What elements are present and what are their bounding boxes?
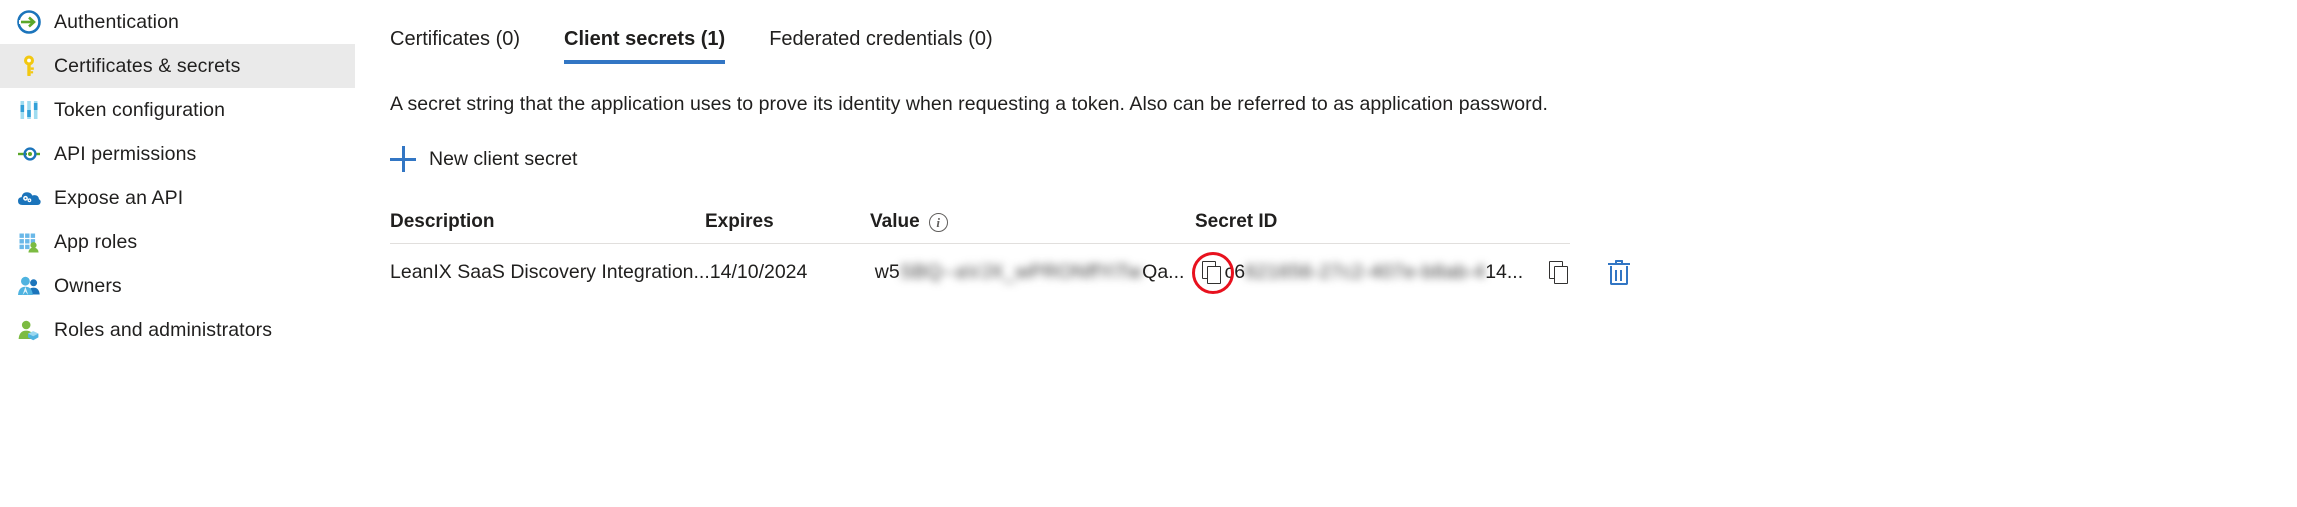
table-row: LeanIX SaaS Discovery Integration... 14/…	[390, 243, 1631, 301]
api-permissions-icon	[14, 139, 44, 169]
roles-administrators-icon	[14, 315, 44, 345]
tab-federated-credentials[interactable]: Federated credentials (0)	[769, 28, 992, 64]
plus-icon	[390, 146, 416, 172]
secret-value-masked: SBQ--aVJX_wPRONffYiTw	[899, 261, 1143, 283]
tab-client-secrets[interactable]: Client secrets (1)	[564, 28, 726, 64]
sidebar-item-token-configuration[interactable]: Token configuration	[0, 88, 355, 132]
secret-value-suffix: Qa...	[1142, 261, 1185, 283]
cell-secret-id: c6 621656-27c2-407e-b8ab-4 14...	[1224, 261, 1523, 284]
new-client-secret-label: New client secret	[429, 147, 578, 170]
page-description: A secret string that the application use…	[390, 93, 1549, 115]
token-configuration-icon	[14, 95, 44, 125]
column-header-value-group: Value i	[870, 211, 1195, 233]
sidebar-item-label: Certificates & secrets	[54, 54, 241, 77]
column-header-secret-id: Secret ID	[1195, 211, 1278, 232]
sidebar-item-app-roles[interactable]: App roles	[0, 220, 355, 264]
column-header-value: Value	[870, 211, 920, 232]
sidebar-item-certificates-and-secrets[interactable]: Certificates & secrets	[0, 44, 355, 88]
sidebar-item-expose-an-api[interactable]: Expose an API	[0, 176, 355, 220]
table-header-row: Description Expires Value i Secret ID	[390, 201, 1570, 243]
tab-certificates[interactable]: Certificates (0)	[390, 28, 520, 64]
cell-value: w5 SBQ--aVJX_wPRONffYiTw Qa...	[874, 260, 1225, 285]
authentication-icon	[14, 7, 44, 37]
app-roles-icon	[14, 227, 44, 257]
sidebar-item-label: Expose an API	[54, 186, 184, 209]
sidebar-item-label: App roles	[54, 230, 138, 253]
sidebar-item-owners[interactable]: Owners	[0, 264, 355, 308]
sidebar-item-label: Owners	[54, 274, 122, 297]
left-navigation-sidebar: Authentication Certificates & secrets To…	[0, 0, 355, 507]
sidebar-item-label: Roles and administrators	[54, 318, 273, 341]
owners-people-icon	[14, 271, 44, 301]
secret-id-masked: 621656-27c2-407e-b8ab-4	[1245, 261, 1486, 283]
key-icon	[14, 51, 44, 81]
cell-expires: 14/10/2024	[709, 261, 808, 283]
new-client-secret-button[interactable]: New client secret	[390, 146, 577, 172]
copy-icon[interactable]	[1202, 260, 1224, 285]
expose-api-cloud-icon	[14, 183, 44, 213]
tab-bar: Certificates (0) Client secrets (1) Fede…	[390, 28, 2297, 76]
main-content-area: Certificates (0) Client secrets (1) Fede…	[355, 0, 2297, 507]
cell-description: LeanIX SaaS Discovery Integration...	[390, 261, 710, 283]
copy-icon[interactable]	[1549, 260, 1571, 285]
secret-id-suffix: 14...	[1485, 261, 1524, 283]
delete-secret-button[interactable]	[1607, 259, 1631, 286]
sidebar-item-label: Authentication	[54, 10, 179, 33]
column-header-description: Description	[390, 211, 495, 232]
sidebar-item-authentication[interactable]: Authentication	[0, 0, 355, 44]
row-actions	[1523, 259, 1633, 286]
sidebar-item-api-permissions[interactable]: API permissions	[0, 132, 355, 176]
sidebar-item-label: API permissions	[54, 142, 197, 165]
secret-value-prefix: w5	[874, 261, 900, 283]
certificates-and-secrets-page: Authentication Certificates & secrets To…	[0, 0, 2297, 507]
column-header-expires: Expires	[705, 211, 774, 232]
copy-secret-id-button[interactable]	[1549, 260, 1571, 285]
info-icon[interactable]: i	[928, 212, 948, 232]
sidebar-item-label: Token configuration	[54, 98, 226, 121]
copy-secret-value-button[interactable]	[1202, 260, 1224, 285]
sidebar-item-roles-and-administrators[interactable]: Roles and administrators	[0, 308, 355, 352]
client-secrets-table: Description Expires Value i Secret ID Le…	[390, 201, 1631, 301]
